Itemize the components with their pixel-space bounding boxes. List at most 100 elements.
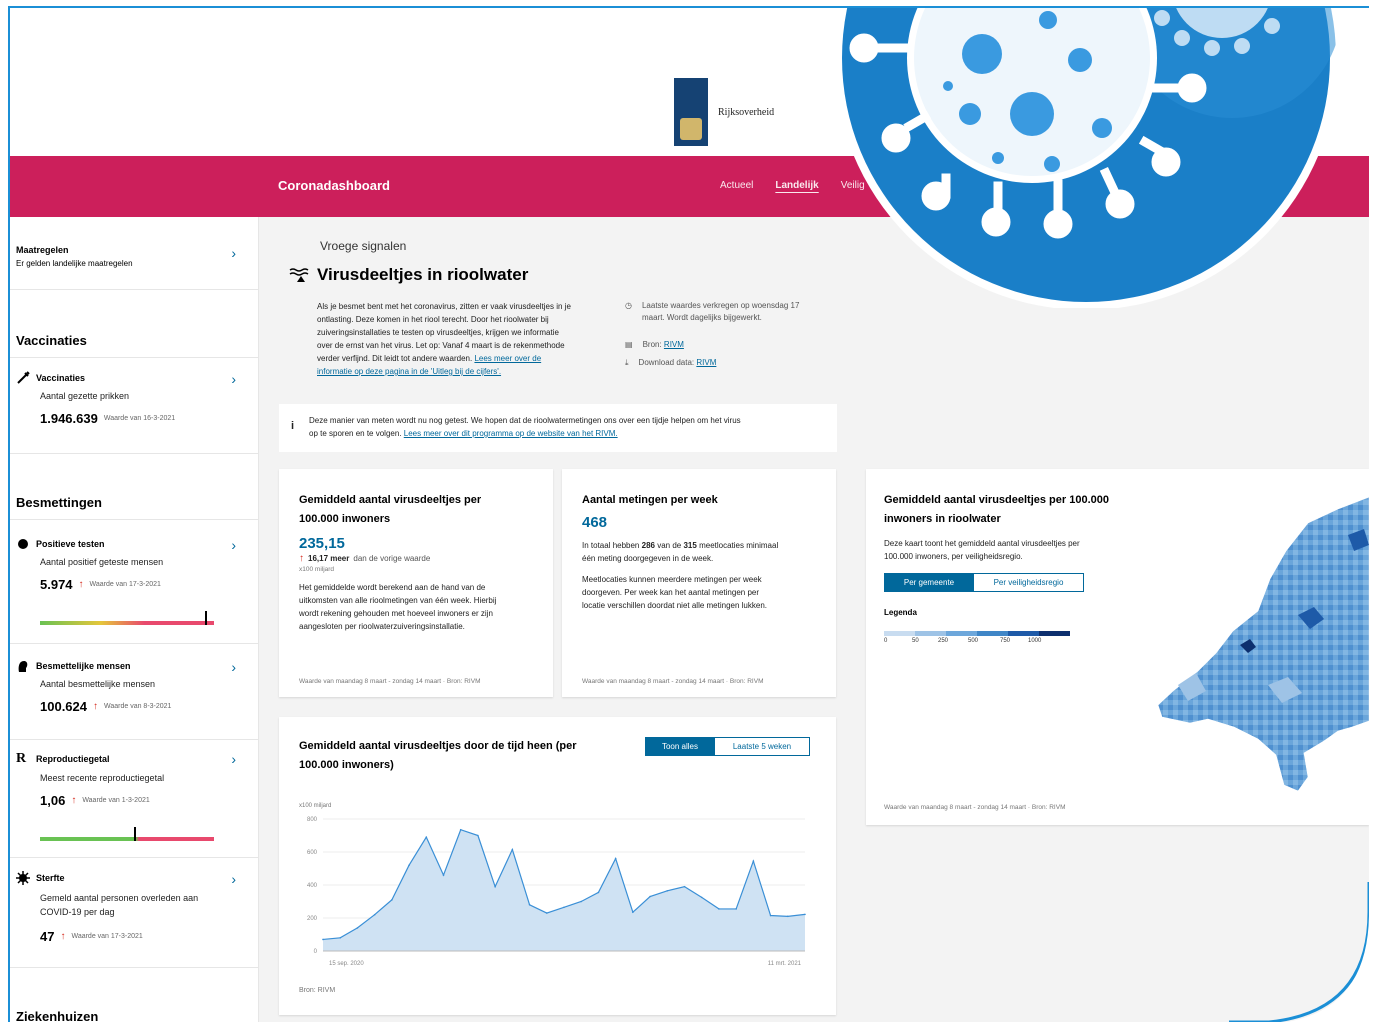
divider	[10, 289, 258, 290]
card-summary: In totaal hebben 286 van de 315 meetloca…	[582, 541, 779, 563]
sidebar-item-value: 1,06	[40, 793, 66, 808]
netherlands-map[interactable]	[1138, 495, 1369, 795]
toggle-toon-alles[interactable]: Toon alles	[645, 737, 715, 756]
toggle-per-gemeente[interactable]: Per gemeente	[884, 573, 974, 592]
head-icon	[18, 661, 28, 672]
data-point	[477, 834, 479, 837]
area-chart[interactable]: 0 200 400 600 800 15 sep. 2020 11 mrt. 2021	[293, 813, 815, 973]
sidebar-item-value: 47	[40, 929, 55, 944]
legend-ticks: 0 50 250 500 750 1000	[884, 638, 1084, 650]
legend-swatch	[946, 631, 977, 636]
legend-tick: 50	[912, 638, 919, 644]
sidebar-item-sub: Er gelden landelijke maatregelen	[16, 259, 133, 268]
arrow-up-icon: ↑	[93, 701, 98, 712]
sidebar-item-sub: Gemeld aantal personen overleden aan	[40, 893, 199, 903]
sidebar-item-sterfte[interactable]: Sterfte › Gemeld aantal personen overled…	[16, 871, 250, 944]
crest-icon	[680, 118, 702, 140]
arrow-up-icon: ↑	[71, 795, 77, 806]
divider	[10, 643, 258, 644]
arrow-up-icon: ↑	[60, 931, 66, 942]
sidebar-item-date: Waarde van 17-3-2021	[71, 933, 143, 940]
kpi-value: 468	[582, 514, 608, 531]
database-icon: ▤	[625, 340, 633, 349]
data-point	[425, 836, 428, 838]
data-point	[408, 864, 410, 866]
notice-box: i Deze manier van meten wordt nu nog get…	[279, 404, 837, 452]
data-point	[391, 899, 393, 901]
unit-label: x100 miljard	[299, 803, 332, 809]
sidebar-item-maatregelen[interactable]: Maatregelen Er gelden landelijke maatreg…	[16, 245, 250, 268]
sidebar-item-sub: Aantal besmettelijke mensen	[40, 679, 156, 689]
meta-text: Download data:	[638, 358, 695, 367]
sidebar-item-besmettelijke-mensen[interactable]: Besmettelijke mensen › Aantal besmetteli…	[16, 659, 250, 714]
download-link[interactable]: RIVM	[696, 358, 716, 367]
page-title-text: Virusdeeltjes in rioolwater	[317, 265, 529, 284]
chevron-right-icon: ›	[231, 245, 236, 261]
data-point	[700, 896, 703, 899]
chevron-right-icon: ›	[231, 371, 236, 387]
data-point	[718, 908, 720, 910]
sidebar-item-reproductiegetal[interactable]: R Reproductiegetal › Meest recente repro…	[16, 751, 250, 808]
data-point	[545, 912, 548, 914]
r-icon: R	[16, 751, 27, 766]
download-icon: ⤓	[625, 358, 629, 367]
y-tick-label: 600	[307, 850, 318, 856]
sidebar-item-sub: Aantal gezette prikken	[40, 391, 130, 401]
intro-line: Als je besmet bent met het coronavirus, …	[317, 302, 571, 311]
sidebar-item-label: Sterfte	[36, 873, 65, 883]
toggle-per-veiligheidsregio[interactable]: Per veiligheidsregio	[974, 573, 1084, 592]
section-heading-text: Ziekenhuizen	[16, 1009, 99, 1022]
brand-title[interactable]: Coronadashboard	[278, 178, 390, 193]
sidebar-item-vaccinaties[interactable]: Vaccinaties › Aantal gezette prikken 1.9…	[16, 371, 250, 426]
chevron-right-icon: ›	[231, 751, 236, 767]
data-point	[528, 904, 531, 906]
y-tick-label: 400	[307, 883, 318, 889]
divider	[10, 857, 258, 858]
kpi-value: 235,15	[299, 535, 345, 552]
source-link[interactable]: RIVM	[664, 340, 684, 349]
arrow-up-icon: ↑	[78, 579, 84, 590]
toggle-laatste-5-weken[interactable]: Laatste 5 weken	[715, 737, 810, 756]
chevron-right-icon: ›	[231, 871, 236, 887]
data-point	[597, 891, 600, 894]
card-average-virus-particles: Gemiddeld aantal virusdeeltjes per 100.00…	[279, 469, 553, 697]
legend-swatch	[1008, 631, 1039, 636]
logo-text: Rijksoverheid	[718, 106, 775, 118]
sidebar-item-sub: COVID-19 per dag	[40, 907, 115, 917]
unit-label: x100 miljard	[299, 566, 335, 573]
data-point	[735, 908, 737, 910]
intro-text: Als je besmet bent met het coronavirus, …	[317, 300, 619, 378]
signal-marker	[205, 611, 207, 625]
sewer-water-icon	[289, 268, 309, 282]
notice-text: op te sporen en te volgen.	[309, 429, 402, 438]
data-point	[563, 906, 565, 909]
sidebar-item-positieve-testen[interactable]: Positieve testen › Aantal positief getes…	[16, 537, 250, 592]
legend-bar	[884, 631, 1070, 636]
sidebar-item-date: Waarde van 8-3-2021	[104, 703, 172, 710]
data-point	[339, 937, 342, 939]
logo[interactable]: Rijksoverheid	[674, 78, 774, 146]
divider	[10, 453, 258, 454]
nav-landelijk[interactable]: Landelijk	[775, 180, 818, 191]
data-point	[322, 938, 324, 941]
sidebar-item-value: 5.974	[40, 577, 73, 592]
legend-tick: 1000	[1028, 638, 1042, 644]
clock-icon: ◷	[625, 301, 632, 310]
card-measurements-per-week: Aantal metingen per week 468 In totaal h…	[562, 469, 836, 697]
intro-line: zuiveringsinstallaties te testen op viru…	[317, 328, 559, 337]
main-content: Vroege signalen Virusdeeltjes in rioolwa…	[259, 217, 1369, 1022]
card-footer: Waarde van maandag 8 maart - zondag 14 m…	[299, 678, 481, 685]
nav-actueel[interactable]: Actueel	[720, 180, 753, 191]
info-icon: i	[291, 420, 295, 432]
intro-link[interactable]: Lees meer over de	[474, 354, 541, 363]
data-point	[632, 911, 634, 914]
sidebar-item-sub: Aantal positief geteste mensen	[40, 557, 164, 567]
chart-source: Bron: RIVM	[299, 987, 336, 994]
intro-link[interactable]: informatie op deze pagina in de 'Uitleg …	[317, 367, 501, 376]
notice-link[interactable]: Lees meer over dit programma op de websi…	[404, 429, 618, 438]
y-tick-label: 200	[307, 916, 318, 922]
chevron-right-icon: ›	[231, 659, 236, 675]
legend-tick: 750	[1000, 638, 1011, 644]
sidebar-item-value: 1.946.639	[40, 411, 98, 426]
notice-text: Deze manier van meten wordt nu nog getes…	[309, 416, 741, 425]
